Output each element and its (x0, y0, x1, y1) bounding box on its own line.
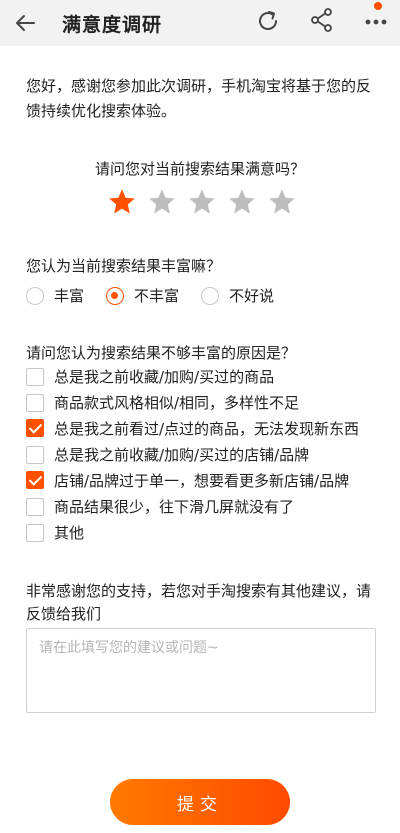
star-icon[interactable] (147, 187, 177, 217)
reason-option[interactable]: 总是我之前收藏/加购/买过的店铺/品牌 (26, 444, 376, 466)
star-icon[interactable] (227, 187, 257, 217)
checkbox[interactable] (26, 524, 44, 542)
reasons-checklist: 总是我之前收藏/加购/买过的商品商品款式风格相似/相同，多样性不足总是我之前看过… (26, 366, 376, 548)
reasons-question: 请问您认为搜索结果不够丰富的原因是？ (26, 344, 297, 362)
top-bar: 满意度调研 (0, 0, 400, 46)
submit-button[interactable]: 提交 (110, 779, 290, 825)
radio-button[interactable] (106, 286, 125, 305)
refresh-button[interactable] (254, 7, 282, 35)
radio-label: 不丰富 (134, 287, 180, 305)
checkbox[interactable] (26, 471, 44, 489)
page-title: 满意度调研 (62, 14, 163, 36)
reason-option[interactable]: 总是我之前收藏/加购/买过的商品 (26, 366, 376, 388)
reason-option[interactable]: 其他 (26, 522, 376, 544)
satisfaction-question: 请问您对当前搜索结果满意吗？ (94, 160, 305, 178)
richness-radio-group: 丰富 不丰富 不好说 (26, 285, 296, 306)
radio-button[interactable] (26, 286, 44, 305)
radio-label: 丰富 (54, 287, 85, 305)
intro-text: 您好，感谢您参加此次调研，手机淘宝将基于您的反馈持续优化搜索体验。 (26, 77, 372, 120)
checkbox[interactable] (26, 394, 44, 412)
more-button[interactable] (360, 6, 392, 34)
checkbox[interactable] (26, 446, 44, 464)
reason-label: 商品结果很少，往下滑几屏就没有了 (54, 498, 295, 516)
reason-option[interactable]: 店铺/品牌过于单一，想要看更多新店铺/品牌 (26, 470, 376, 492)
star-rating (107, 187, 297, 219)
radio-button[interactable] (201, 286, 220, 305)
reason-option[interactable]: 商品结果很少，往下滑几屏就没有了 (26, 496, 376, 518)
reason-label: 店铺/品牌过于单一，想要看更多新店铺/品牌 (54, 472, 350, 490)
checkbox[interactable] (26, 368, 44, 386)
reason-label: 总是我之前看过/点过的商品，无法发现新东西 (54, 420, 360, 438)
refresh-icon (259, 11, 277, 30)
share-icon (311, 8, 332, 32)
richness-option[interactable]: 不丰富 (106, 285, 179, 306)
feedback-prompt: 非常感谢您的支持，若您对手淘搜索有其他建议，请反馈给我们 (26, 582, 372, 623)
richness-option[interactable]: 丰富 (26, 285, 84, 306)
richness-question: 您认为当前搜索结果丰富嘛？ (26, 257, 222, 275)
back-arrow-icon (16, 15, 35, 31)
richness-option[interactable]: 不好说 (201, 285, 274, 306)
star-icon[interactable] (187, 187, 217, 217)
checkbox[interactable] (26, 419, 44, 437)
radio-label: 不好说 (229, 287, 275, 305)
back-button[interactable] (12, 9, 40, 37)
feedback-textarea[interactable] (26, 628, 376, 713)
share-button[interactable] (308, 6, 336, 34)
star-icon[interactable] (267, 187, 297, 217)
reason-option[interactable]: 商品款式风格相似/相同，多样性不足 (26, 392, 376, 414)
reason-option[interactable]: 总是我之前看过/点过的商品，无法发现新东西 (26, 418, 376, 440)
reason-label: 商品款式风格相似/相同，多样性不足 (54, 394, 300, 412)
star-icon[interactable] (107, 187, 137, 217)
more-icon (365, 19, 387, 25)
notification-dot (374, 2, 382, 10)
checkbox[interactable] (26, 498, 44, 516)
reason-label: 总是我之前收藏/加购/买过的店铺/品牌 (54, 446, 310, 464)
reason-label: 其他 (54, 524, 85, 542)
reason-label: 总是我之前收藏/加购/买过的商品 (54, 368, 275, 386)
